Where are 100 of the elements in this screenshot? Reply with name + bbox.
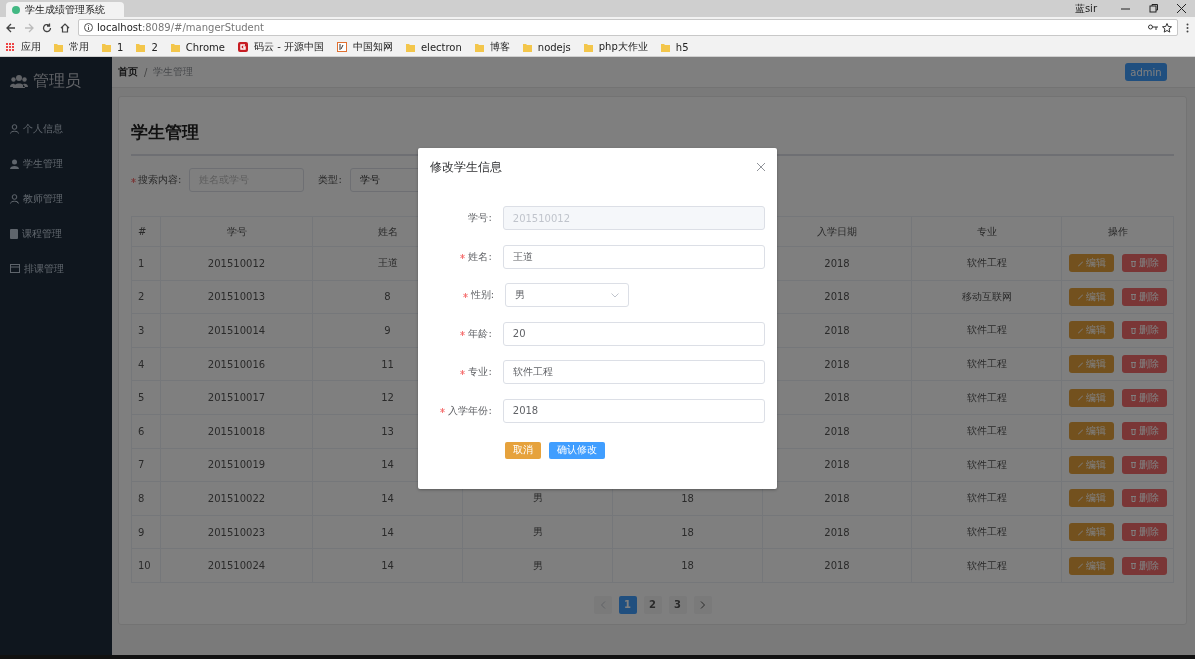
search-label: 搜索内容:	[138, 173, 182, 187]
reload-icon[interactable]	[42, 22, 52, 33]
table-cell: 软件工程	[911, 448, 1062, 482]
trash-icon	[1129, 360, 1137, 368]
g-logo-icon	[238, 42, 248, 52]
input-field[interactable]: 20	[502, 321, 765, 346]
pencil-icon	[1076, 562, 1084, 570]
table-cell: 软件工程	[911, 548, 1062, 583]
pencil-icon	[1076, 528, 1084, 536]
table-cell: 10	[131, 548, 161, 583]
sidebar-item[interactable]: 排课管理	[10, 251, 112, 286]
address-bar[interactable]: localhost:8089/#/mangerStudent	[78, 19, 1178, 36]
trash-icon	[1129, 394, 1137, 402]
tab-title: 学生成绩管理系统	[25, 2, 105, 17]
bookmark[interactable]: 码云 - 开源中国	[238, 40, 324, 54]
star-icon[interactable]	[1162, 22, 1172, 33]
table-cell: 7	[131, 448, 161, 482]
table-cell: 201510022	[160, 481, 313, 516]
table-cell: 201510014	[160, 313, 313, 348]
bookmark[interactable]: Chrome	[170, 41, 225, 53]
trash-icon	[1129, 461, 1137, 469]
url-text: localhost:8089/#/mangerStudent	[97, 22, 264, 33]
table-cell: 8	[131, 481, 161, 516]
table-cell: 201510024	[160, 548, 313, 583]
gender-select[interactable]: 男	[505, 283, 629, 308]
field-label: 性别:	[470, 288, 494, 303]
type-label: 类型:	[318, 173, 342, 187]
bookmark[interactable]: 常用	[54, 40, 89, 54]
trash-icon	[1129, 562, 1137, 570]
table-cell: 2018	[762, 548, 912, 583]
table-cell: 201510019	[160, 448, 313, 482]
trash-icon	[1129, 427, 1137, 435]
table-cell: 2018	[762, 515, 912, 549]
sidebar-item[interactable]: 课程管理	[10, 216, 112, 251]
table-cell: 男	[462, 515, 613, 549]
pencil-icon	[1076, 427, 1084, 435]
input-field[interactable]: 2018	[502, 398, 765, 423]
breadcrumb-separator: /	[144, 66, 148, 78]
trash-icon	[1129, 528, 1137, 536]
bookmark[interactable]: 中国知网	[336, 40, 393, 54]
info-icon	[84, 23, 93, 32]
pencil-icon	[1076, 394, 1084, 402]
table-cell: 4	[131, 347, 161, 381]
profile-name[interactable]: 蓝sir	[1074, 1, 1097, 16]
bookmark[interactable]: 应用	[6, 40, 41, 54]
site-logo-icon	[336, 42, 347, 52]
apps-grid-icon	[6, 42, 15, 52]
bookmark[interactable]: electron	[405, 41, 462, 53]
key-icon[interactable]	[1148, 24, 1158, 31]
column-header: #	[131, 216, 161, 247]
breadcrumb-item[interactable]: 首页	[118, 65, 138, 79]
table-cell: 201510012	[160, 246, 313, 281]
home-icon[interactable]	[60, 22, 70, 33]
table-cell: 14	[312, 515, 463, 549]
table-cell: 软件工程	[911, 481, 1062, 516]
pencil-icon	[1076, 259, 1084, 267]
vue-logo-icon	[12, 5, 20, 14]
user-icon	[10, 158, 19, 169]
field-label: 姓名:	[468, 249, 492, 264]
table-cell: 201510023	[160, 515, 313, 549]
table-cell: 软件工程	[911, 515, 1062, 549]
table-cell: 18	[612, 515, 763, 549]
pencil-icon	[1076, 494, 1084, 502]
table-cell: 201510017	[160, 380, 313, 415]
field-label: 年龄:	[468, 326, 492, 341]
table-cell: 201510018	[160, 414, 313, 449]
field-label: 专业:	[468, 365, 492, 380]
bookmark[interactable]: h5	[660, 41, 689, 53]
trash-icon	[1129, 259, 1137, 267]
table-cell: 软件工程	[911, 246, 1062, 281]
folder-icon	[522, 42, 532, 52]
table-cell: 6	[131, 414, 161, 449]
folder-icon	[405, 42, 415, 52]
user-icon	[10, 193, 19, 204]
browser-tab[interactable]: 学生成绩管理系统	[6, 2, 124, 17]
bookmark[interactable]: 2	[136, 41, 158, 53]
trash-icon	[1129, 494, 1137, 502]
chevron-down-icon	[611, 292, 619, 298]
table-cell: 14	[312, 548, 463, 583]
bookmark[interactable]: 1	[102, 41, 124, 53]
table-cell: 男	[462, 548, 613, 583]
sidebar-title: 管理员	[33, 70, 81, 92]
page-button[interactable]: 2	[643, 595, 662, 614]
back-arrow-icon[interactable]	[6, 22, 16, 33]
folder-icon	[54, 42, 63, 52]
page-button[interactable]: 3	[668, 595, 687, 614]
close-icon[interactable]	[1176, 4, 1186, 13]
menu-icon[interactable]	[1186, 22, 1189, 33]
bookmark[interactable]: 博客	[474, 40, 510, 54]
confirm-button[interactable]: 确认修改	[549, 441, 605, 459]
input-field[interactable]: 软件工程	[502, 360, 765, 385]
restore-icon[interactable]	[1148, 4, 1158, 13]
sidebar-item[interactable]: 学生管理	[10, 146, 112, 181]
input-field[interactable]: 王道	[502, 244, 765, 269]
bookmark[interactable]: nodejs	[522, 41, 571, 53]
pencil-icon	[1076, 293, 1084, 301]
bookmark[interactable]: php大作业	[583, 40, 648, 54]
folder-icon	[102, 42, 111, 52]
sidebar-item[interactable]: 教师管理	[10, 181, 112, 216]
table-cell: 移动互联网	[911, 280, 1062, 314]
